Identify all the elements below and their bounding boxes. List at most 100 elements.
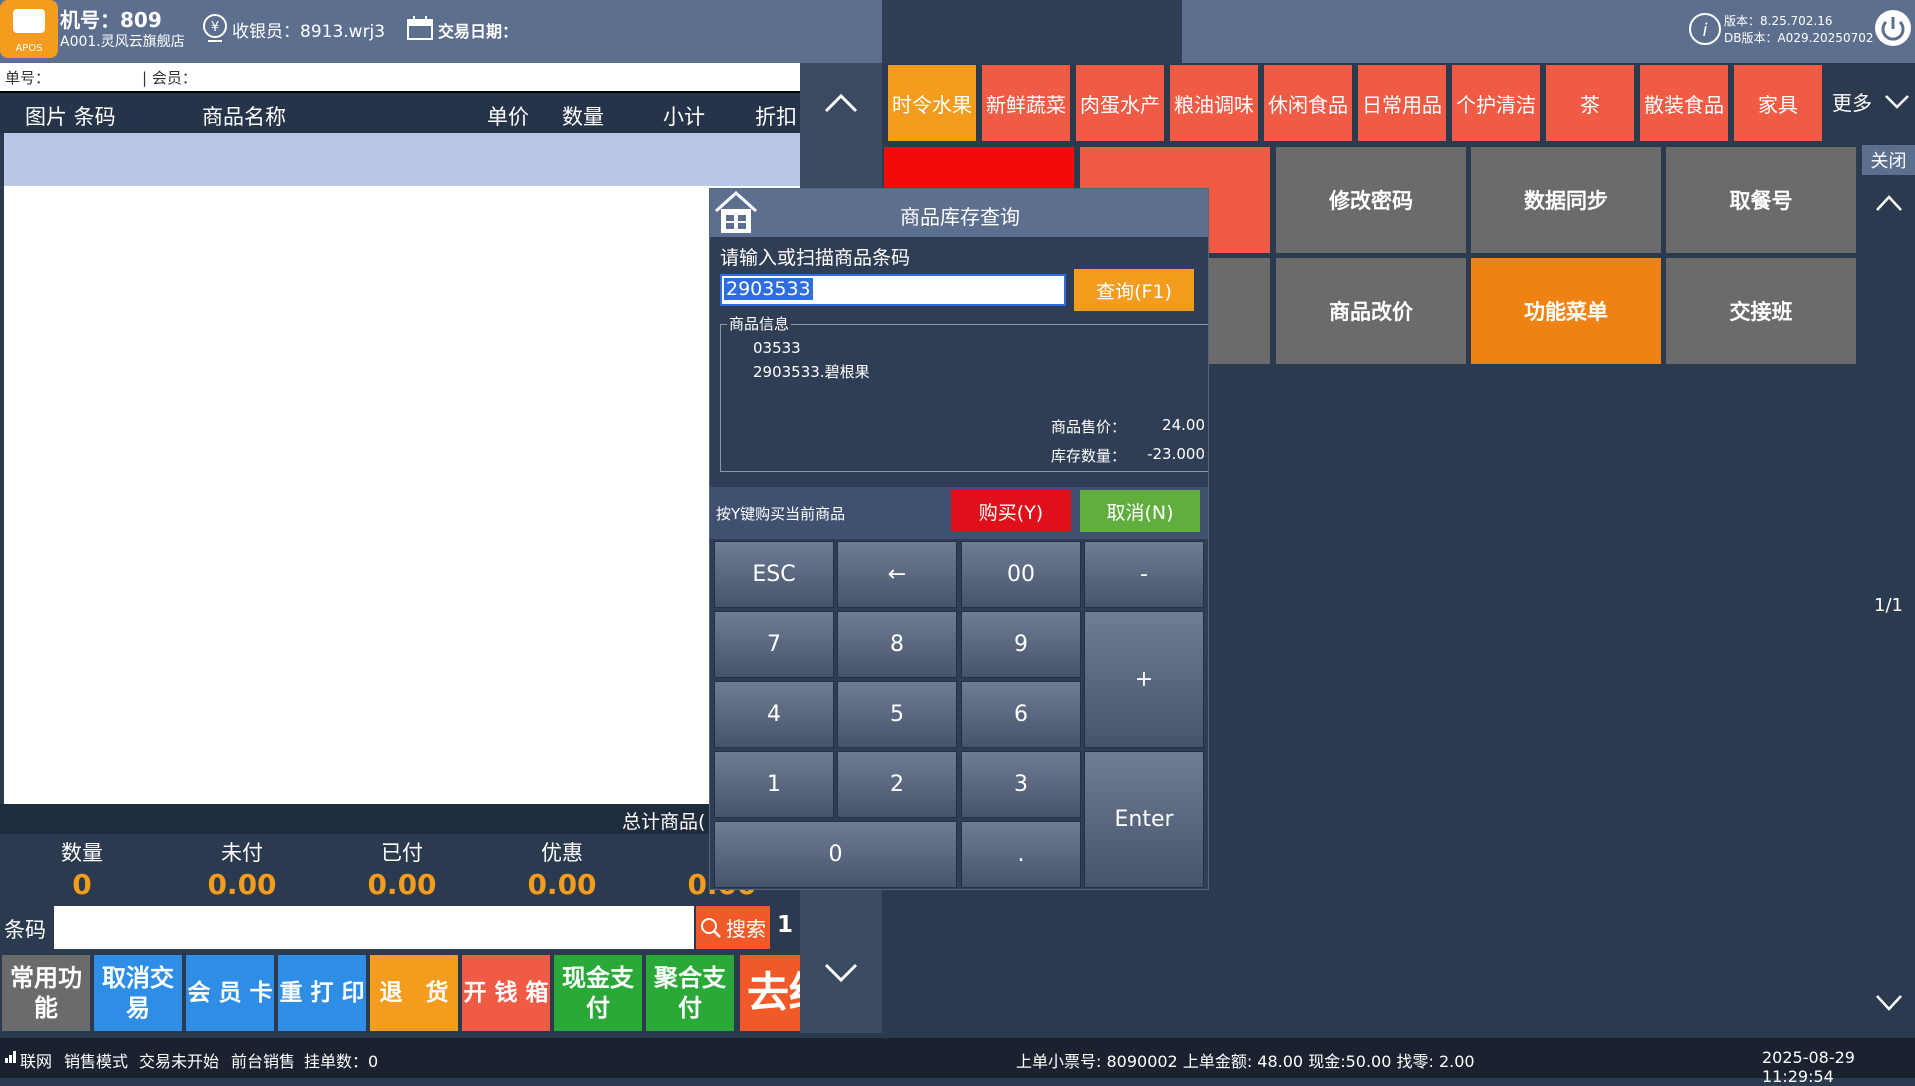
- logo-caption: APOS: [15, 43, 43, 54]
- trade-date: 交易日期：: [438, 22, 519, 41]
- key-8[interactable]: 8: [837, 611, 957, 678]
- aggregate-pay-button[interactable]: 聚合支付: [646, 955, 734, 1031]
- key-6[interactable]: 6: [961, 681, 1081, 748]
- open-drawer-button[interactable]: 开 钱 箱: [462, 955, 550, 1031]
- scroll-down-button[interactable]: [800, 943, 882, 1003]
- key-7[interactable]: 7: [714, 611, 834, 678]
- info-icon[interactable]: i: [1688, 12, 1722, 46]
- key-3[interactable]: 3: [961, 751, 1081, 818]
- key-double-zero[interactable]: 00: [961, 541, 1081, 608]
- home-icon: [714, 190, 758, 233]
- key-minus[interactable]: -: [1084, 541, 1204, 608]
- db-version: DB版本：A029.20250702: [1724, 31, 1874, 45]
- category-tab-meat[interactable]: 肉蛋水产: [1076, 65, 1164, 141]
- total-label: 总计商品(: [622, 811, 706, 833]
- key-backspace[interactable]: ←: [837, 541, 957, 608]
- key-4[interactable]: 4: [714, 681, 834, 748]
- top-bar-dark-segment: [882, 0, 1182, 63]
- pickup-number-tile[interactable]: 取餐号: [1666, 147, 1856, 253]
- return-button[interactable]: 退 货: [370, 955, 458, 1031]
- close-button[interactable]: 关闭: [1862, 145, 1915, 175]
- search-icon: [701, 917, 721, 938]
- stock-value: -23.000: [1147, 445, 1205, 463]
- key-1[interactable]: 1: [714, 751, 834, 818]
- reprint-button[interactable]: 重 打 印: [278, 955, 366, 1031]
- more-categories-button[interactable]: 更多: [1832, 87, 1910, 116]
- paid-label: 已付: [381, 841, 423, 865]
- cancel-button[interactable]: 取消(N): [1080, 490, 1200, 532]
- discount-label: 优惠: [541, 841, 583, 865]
- col-qty: 数量: [562, 105, 604, 129]
- col-price: 单价: [487, 105, 529, 129]
- key-2[interactable]: 2: [837, 751, 957, 818]
- member-card-button[interactable]: 会 员 卡: [186, 955, 274, 1031]
- shift-handover-tile[interactable]: 交接班: [1666, 258, 1856, 364]
- change-price-tile[interactable]: 商品改价: [1276, 258, 1466, 364]
- order-list[interactable]: [4, 186, 800, 804]
- cancel-trade-button[interactable]: 取消交易: [94, 955, 182, 1031]
- category-tab-vegetables[interactable]: 新鲜蔬菜: [982, 65, 1070, 141]
- key-enter[interactable]: Enter: [1084, 751, 1204, 888]
- svg-text:i: i: [1702, 20, 1707, 41]
- category-tab-bulk[interactable]: 散装食品: [1640, 65, 1728, 141]
- key-0[interactable]: 0: [714, 821, 957, 888]
- change-password-tile[interactable]: 修改密码: [1276, 147, 1466, 253]
- stock-query-dialog: 商品库存查询 请输入或扫描商品条码 2903533 查询(F1) 商品信息 03…: [709, 188, 1209, 890]
- key-dot[interactable]: .: [961, 821, 1081, 888]
- order-no-label: 单号：: [5, 69, 51, 87]
- chevron-up-icon[interactable]: [1874, 193, 1904, 213]
- barcode-label: 条码: [4, 918, 46, 942]
- svg-text:¥: ¥: [211, 20, 219, 35]
- cashier-icon: ¥: [203, 14, 227, 42]
- category-tab-fruit[interactable]: 时令水果: [888, 65, 976, 141]
- hold-count: 挂单数：0: [304, 1052, 379, 1071]
- key-9[interactable]: 9: [961, 611, 1081, 678]
- barcode-row: 条码 搜索 1: [0, 904, 800, 950]
- barcode-query-input[interactable]: 2903533: [720, 274, 1066, 306]
- category-tab-furniture[interactable]: 家具: [1734, 65, 1822, 141]
- col-name: 商品名称: [202, 105, 286, 129]
- stock-label: 库存数量：: [1051, 447, 1127, 465]
- category-tab-personal-care[interactable]: 个护清洁: [1452, 65, 1540, 141]
- chevron-down-icon: [824, 963, 858, 983]
- category-tab-grain[interactable]: 粮油调味: [1170, 65, 1258, 141]
- calendar-icon: [407, 16, 433, 40]
- barcode-prompt: 请输入或扫描商品条码: [720, 247, 911, 269]
- top-bar: APOS 机号：809 A001.灵风云旗舰店 ¥ 收银员：8913.wrj3 …: [0, 0, 1915, 63]
- barcode-input[interactable]: [54, 906, 694, 949]
- power-icon[interactable]: [1874, 9, 1912, 47]
- buy-button[interactable]: 购买(Y): [951, 490, 1071, 532]
- key-5[interactable]: 5: [837, 681, 957, 748]
- paid-value: 0.00: [367, 868, 437, 901]
- chevron-down-icon[interactable]: [1874, 993, 1904, 1013]
- product-info-legend: 商品信息: [727, 313, 792, 334]
- category-bar: 时令水果 新鲜蔬菜 肉蛋水产 粮油调味 休闲食品 日常用品 个护清洁 茶 散装食…: [882, 63, 1915, 143]
- scroll-up-button[interactable]: [800, 73, 882, 133]
- total-qty-label: 数量: [61, 841, 103, 865]
- sale-mode: 销售模式: [64, 1052, 129, 1071]
- category-tab-daily[interactable]: 日常用品: [1358, 65, 1446, 141]
- search-button[interactable]: 搜索: [696, 906, 770, 949]
- product-info-box: 商品信息 03533 2903533.碧根果 商品售价： 24.00 库存数量：…: [720, 313, 1208, 472]
- table-row-selected[interactable]: [4, 133, 800, 186]
- chevron-up-icon: [824, 93, 858, 113]
- trade-state: 交易未开始: [139, 1052, 220, 1071]
- key-esc[interactable]: ESC: [714, 541, 834, 608]
- page-indicator: 1/1: [1874, 595, 1903, 616]
- key-plus[interactable]: +: [1084, 611, 1204, 748]
- data-sync-tile[interactable]: 数据同步: [1471, 147, 1661, 253]
- buy-hint: 按Y键购买当前商品: [716, 505, 846, 523]
- query-button[interactable]: 查询(F1): [1074, 269, 1194, 311]
- total-qty-value: 0: [72, 868, 92, 901]
- product-name: 2903533.碧根果: [753, 363, 870, 381]
- barcode-query-value: 2903533: [724, 278, 813, 300]
- category-tab-snacks[interactable]: 休闲食品: [1264, 65, 1352, 141]
- col-discount: 折扣: [755, 105, 797, 129]
- function-menu-tile[interactable]: 功能菜单: [1471, 258, 1661, 364]
- front-sale: 前台销售: [231, 1052, 296, 1071]
- qty-indicator: 1: [777, 912, 794, 938]
- common-functions-button[interactable]: 常用功能: [2, 955, 90, 1031]
- cash-pay-button[interactable]: 现金支付: [554, 955, 642, 1031]
- category-tab-tea[interactable]: 茶: [1546, 65, 1634, 141]
- datetime: 2025-08-29 11:29:54: [1762, 1048, 1855, 1086]
